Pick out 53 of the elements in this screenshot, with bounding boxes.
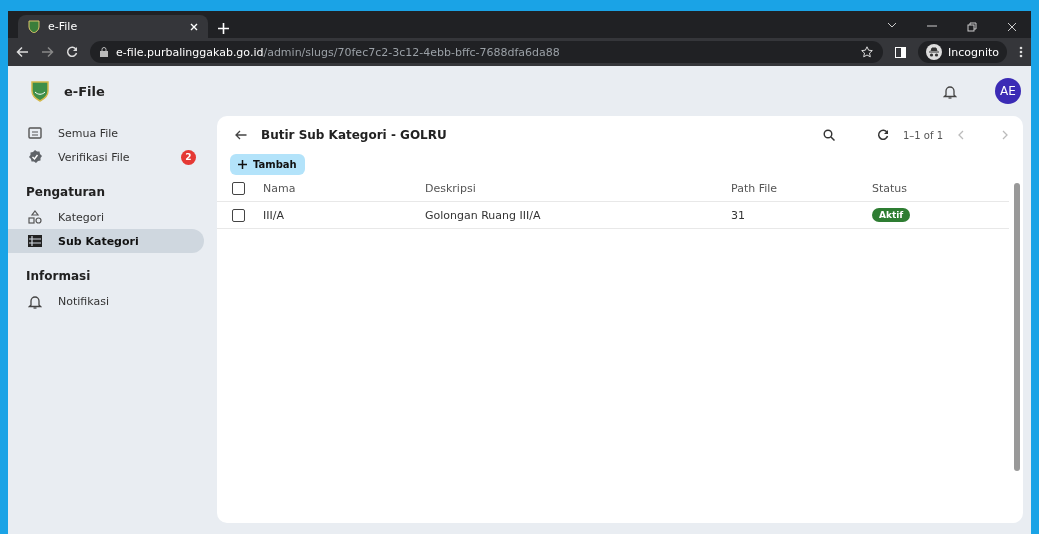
sidebar-item[interactable]: Semua File [8,121,204,145]
reload-icon[interactable] [66,46,78,58]
crest-icon [30,80,50,102]
avatar[interactable]: AE [995,78,1021,104]
scrollbar[interactable] [1014,183,1020,471]
plus-icon [238,160,247,169]
column-header: Status [872,181,908,195]
tab-title: e-File [48,20,79,33]
forward-icon[interactable] [41,46,54,58]
incognito-icon [925,44,942,60]
pagination-label: 1–1 of 1 [902,129,943,141]
shapes-icon [28,210,42,224]
checkbox[interactable] [232,181,245,195]
notification-icon[interactable] [943,83,957,99]
crest-icon [28,20,40,33]
app-title: e-File [64,83,105,99]
menu-icon[interactable] [1019,46,1023,58]
column-header: Deskripsi [425,181,476,195]
table-cell: 31 [731,208,745,222]
section-heading: Informasi [25,268,92,285]
refresh-icon[interactable] [876,129,889,141]
back-icon[interactable] [235,130,247,140]
count-badge: 2 [181,149,196,165]
side-panel-icon[interactable] [894,46,906,58]
column-header: Path File [731,181,778,195]
minimize-icon[interactable] [927,22,937,28]
close-icon[interactable] [1007,22,1017,32]
lock-icon [100,47,108,57]
url-text: e-file.purbalinggakab.go.id/admin/slugs/70fec7c2-3c12-4ebb-bffc-7688dfa6da88 [116,45,560,59]
sidebar-item[interactable]: Kategori [8,205,204,229]
check-badge-icon [28,150,42,164]
incognito-button[interactable]: Incognito [917,41,1007,63]
checkbox[interactable] [232,208,245,222]
add-button[interactable]: Tambah [230,154,305,175]
chevron-down-icon[interactable] [887,22,897,28]
star-icon[interactable] [860,46,873,58]
new-tab-icon[interactable] [218,23,229,34]
page-title: Butir Sub Kategori - GOLRU [261,128,448,142]
table-cell: III/A [263,208,284,222]
browser-tab[interactable]: e-File [18,15,208,38]
list-icon [28,235,42,247]
sidebar-item[interactable]: Notifikasi [8,289,204,313]
search-icon[interactable] [822,129,835,141]
folder-icon [28,127,42,139]
table-cell: Golongan Ruang III/A [425,208,541,222]
sidebar-item[interactable]: Verifikasi File 2 [8,145,204,169]
status-badge: Aktif [872,208,911,222]
sidebar-item[interactable]: Sub Kategori [8,229,204,253]
bell-icon [28,293,42,309]
restore-icon[interactable] [967,22,977,32]
section-heading: Pengaturan [25,184,106,201]
column-header: Nama [263,181,296,195]
address-bar[interactable]: e-file.purbalinggakab.go.id/admin/slugs/70fec7c2-3c12-4ebb-bffc-7688dfa6da88 [90,41,883,63]
